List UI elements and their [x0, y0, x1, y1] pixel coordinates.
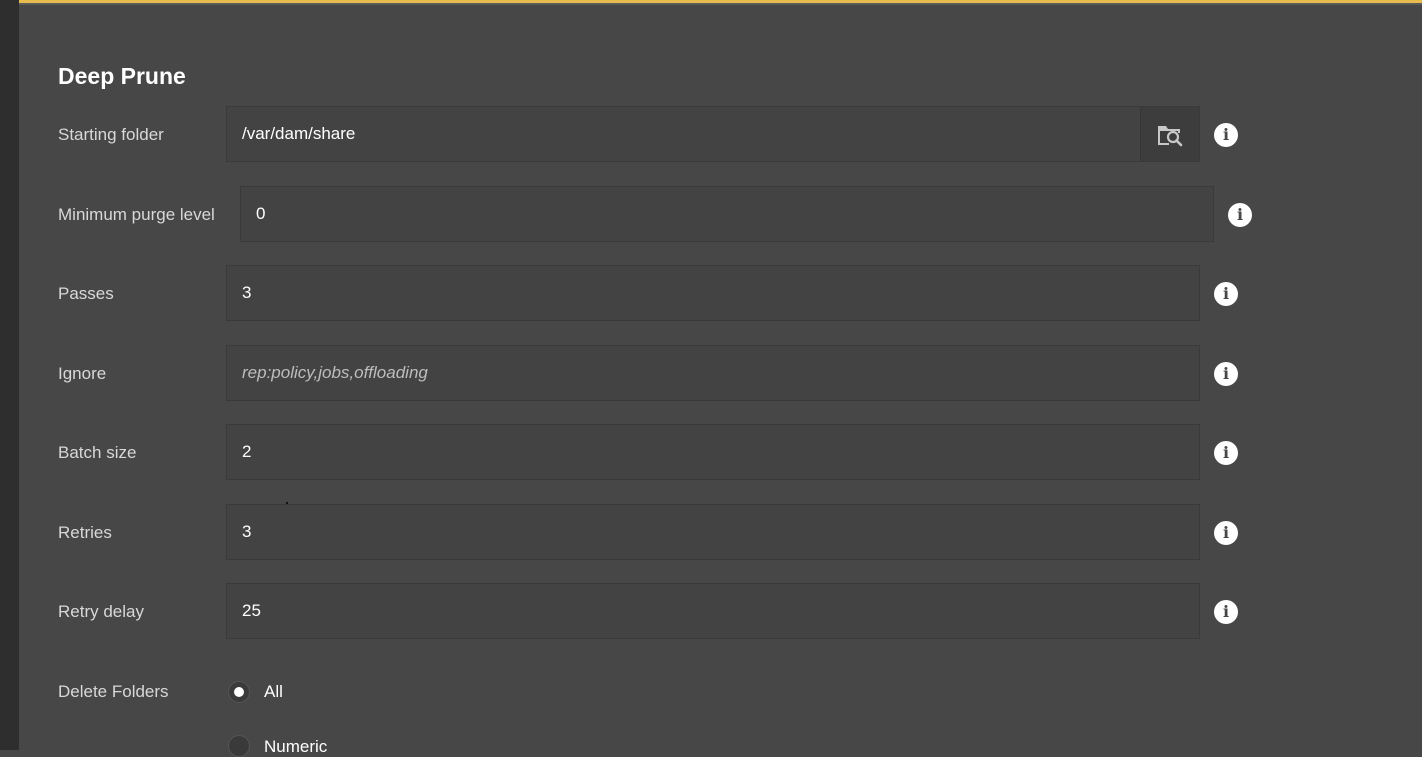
starting-folder-label: Starting folder	[58, 125, 164, 144]
info-icon[interactable]: i	[1214, 600, 1238, 624]
top-accent-bar	[19, 0, 1422, 9]
screen-artifact	[286, 502, 288, 504]
minimum-purge-level-input[interactable]: 0	[240, 186, 1214, 242]
info-icon[interactable]: i	[1214, 521, 1238, 545]
info-icon[interactable]: i	[1214, 441, 1238, 465]
ignore-label: Ignore	[58, 364, 107, 383]
field-row-minimum-purge-level: Minimum purge level 0 i	[19, 186, 1422, 244]
ignore-placeholder: rep:policy,jobs,offloading	[242, 363, 428, 382]
delete-folders-all-radio[interactable]	[228, 681, 250, 703]
retry-delay-input[interactable]: 25	[226, 583, 1200, 639]
left-sidebar-strip	[0, 0, 19, 750]
field-row-starting-folder: Starting folder /var/dam/share i	[19, 106, 1422, 164]
folder-search-icon	[1158, 126, 1183, 147]
batch-size-label: Batch size	[58, 443, 137, 462]
starting-folder-input[interactable]: /var/dam/share	[226, 106, 1200, 162]
batch-size-input[interactable]: 2	[226, 424, 1200, 480]
delete-folders-numeric-radio[interactable]	[228, 735, 250, 757]
radio-selected-dot	[234, 687, 244, 697]
info-icon[interactable]: i	[1214, 123, 1238, 147]
info-icon[interactable]: i	[1228, 203, 1252, 227]
delete-folders-label: Delete Folders	[58, 682, 169, 701]
field-row-retries: Retries 3 i	[19, 504, 1422, 562]
minimum-purge-level-value: 0	[256, 204, 266, 223]
passes-value: 3	[242, 283, 252, 302]
info-icon[interactable]: i	[1214, 282, 1238, 306]
info-icon[interactable]: i	[1214, 362, 1238, 386]
field-row-passes: Passes 3 i	[19, 265, 1422, 323]
field-row-batch-size: Batch size 2 i	[19, 424, 1422, 482]
retry-delay-label: Retry delay	[58, 602, 144, 621]
retries-input[interactable]: 3	[226, 504, 1200, 560]
batch-size-value: 2	[242, 442, 252, 461]
field-row-retry-delay: Retry delay 25 i	[19, 583, 1422, 641]
delete-folders-numeric-label[interactable]: Numeric	[264, 737, 327, 757]
minimum-purge-level-label: Minimum purge level	[58, 205, 215, 224]
retry-delay-value: 25	[242, 601, 261, 620]
passes-label: Passes	[58, 284, 114, 303]
ignore-input[interactable]: rep:policy,jobs,offloading	[226, 345, 1200, 401]
retries-value: 3	[242, 522, 252, 541]
retries-label: Retries	[58, 523, 112, 542]
field-row-ignore: Ignore rep:policy,jobs,offloading i	[19, 345, 1422, 403]
deep-prune-panel: Deep Prune Starting folder /var/dam/shar…	[19, 9, 1422, 757]
delete-folders-all-label[interactable]: All	[264, 682, 283, 702]
passes-input[interactable]: 3	[226, 265, 1200, 321]
browse-folder-button[interactable]	[1140, 107, 1199, 161]
panel-title: Deep Prune	[58, 63, 186, 89]
starting-folder-value: /var/dam/share	[242, 124, 356, 143]
